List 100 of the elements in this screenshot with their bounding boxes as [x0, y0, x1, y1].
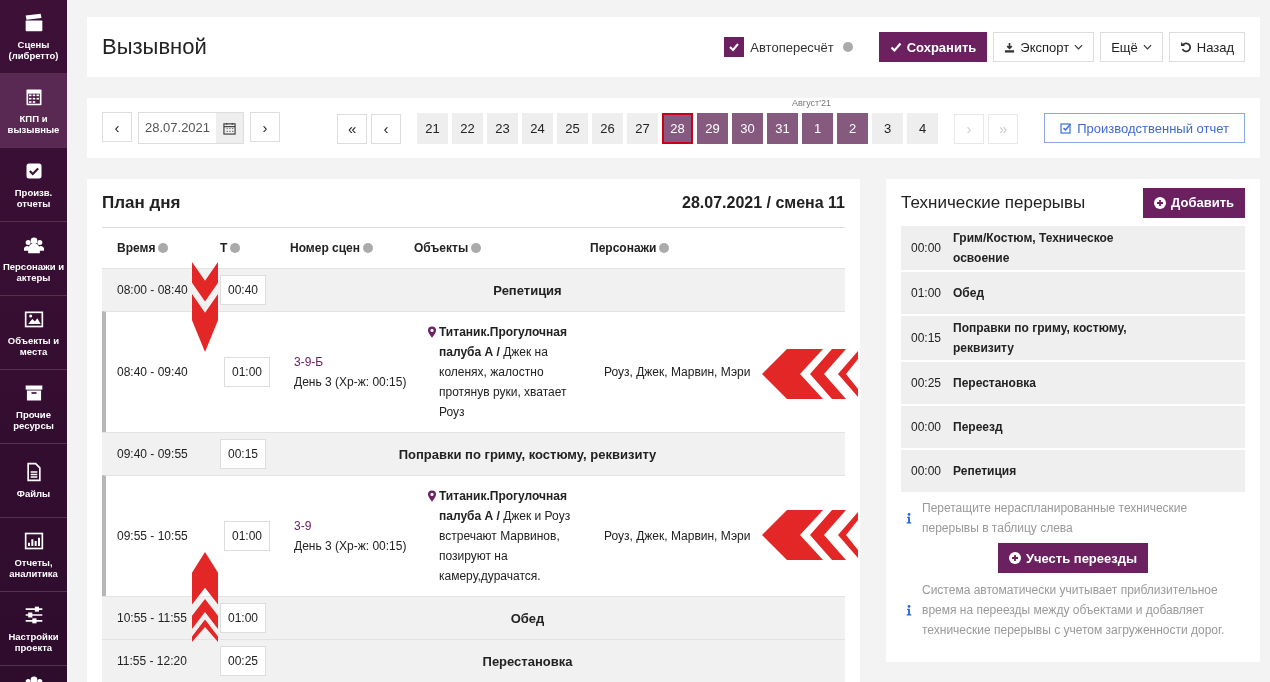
add-button[interactable]: Добавить: [1143, 187, 1245, 218]
column-header: Объекты: [414, 241, 469, 255]
previous-day-button[interactable]: ‹: [102, 112, 132, 142]
time-range: 08:40 - 09:40: [117, 365, 188, 379]
break-title: Репетиция: [953, 463, 1018, 480]
duration-field[interactable]: 00:15: [220, 439, 267, 469]
info-icon: [471, 243, 482, 253]
sidebar-item[interactable]: Объекты и места: [0, 296, 67, 370]
account-travel-button[interactable]: Учесть переезды: [997, 543, 1149, 573]
duration-field[interactable]: 00:25: [220, 646, 267, 676]
day-button[interactable]: 25: [557, 112, 589, 144]
day-button[interactable]: 28: [662, 112, 694, 144]
sidebar-item[interactable]: Прочие ресурсы: [0, 370, 67, 444]
panel-title: План дня: [102, 193, 181, 213]
checkbox-icon: [1060, 122, 1073, 134]
plus-icon: [1154, 196, 1167, 209]
sidebar-item[interactable]: Персонажи и актеры: [0, 222, 67, 296]
hint-text: Перетащите нераспланированные технические перерывы в таблицу слева: [922, 500, 1189, 537]
tech-break-item[interactable]: 00:25 Перестановка: [901, 362, 1245, 404]
page-title: Вызывной: [102, 34, 207, 60]
production-report-button[interactable]: Производственный отчет: [1044, 113, 1245, 143]
day-button[interactable]: 31: [767, 112, 799, 144]
previous-page-button[interactable]: ‹: [371, 113, 402, 144]
sidebar-item[interactable]: Отчеты, аналитика: [0, 518, 67, 592]
duration-field[interactable]: 01:00: [220, 603, 267, 633]
tech-break-item[interactable]: 00:00 Репетиция: [901, 450, 1245, 492]
checkmark-icon: [728, 41, 741, 53]
day-button[interactable]: 24: [522, 112, 554, 144]
calendar-icon: [223, 121, 237, 135]
time-range: 09:40 - 09:55: [117, 447, 188, 461]
sliders-icon: [23, 604, 44, 625]
day-button[interactable]: 4: [907, 112, 939, 144]
day-button[interactable]: 29: [697, 112, 729, 144]
autorecalc-checkbox[interactable]: [724, 37, 745, 57]
more-button[interactable]: Ещё: [1100, 32, 1163, 62]
shift-date: 28.07.2021 / смена 11: [682, 194, 845, 212]
day-button[interactable]: 1: [802, 112, 834, 144]
sidebar-item[interactable]: КПП и вызывные: [0, 74, 67, 148]
scene-day: День 3 (Хр-ж: 00:15): [294, 372, 418, 392]
break-title: Переезд: [953, 419, 1004, 436]
day-button[interactable]: 26: [592, 112, 624, 144]
tech-break-item[interactable]: 01:00 Обед: [901, 272, 1245, 314]
scene-day: День 3 (Хр-ж: 00:15): [294, 536, 418, 556]
info-icon: [906, 512, 912, 524]
break-title: Обед: [953, 285, 986, 302]
day-button[interactable]: 3: [872, 112, 904, 144]
break-row[interactable]: 11:55 - 12:20 00:25 Перестановка: [102, 639, 845, 682]
break-row[interactable]: 08:00 - 08:40 00:40 Репетиция: [102, 268, 845, 311]
break-title: Поправки по гриму, костюму, реквизиту: [398, 446, 657, 462]
scene-number-link[interactable]: 3-9: [294, 516, 418, 536]
date-field[interactable]: 28.07.2021: [138, 112, 245, 144]
undo-icon: [1179, 41, 1192, 53]
day-button[interactable]: 23: [487, 112, 519, 144]
tech-break-item[interactable]: 00:00 Переезд: [901, 406, 1245, 448]
caret-icon: [1074, 44, 1084, 50]
clapper-icon: [23, 12, 44, 33]
break-title: Перестановка: [482, 653, 573, 669]
duration-field[interactable]: 01:00: [224, 521, 271, 551]
sidebar-item[interactable]: Файлы: [0, 444, 67, 518]
duration-field[interactable]: 00:40: [220, 275, 267, 305]
characters-list: Роуз, Джек, Марвин, Мэри: [604, 529, 751, 543]
scene-row[interactable]: 08:40 - 09:40 01:00 3-9-Б День 3 (Хр-ж: 00:15) Титаник.Прогулочная палуба А / Джек на коленях, жалостно протянув руки, хватает Роуз Роуз, Джек, Марвин, Мэри: [102, 311, 845, 432]
first-page-button[interactable]: «: [337, 113, 368, 144]
column-header: Время: [117, 241, 156, 255]
day-button[interactable]: 27: [627, 112, 659, 144]
panel-title: Технические перерывы: [901, 192, 1086, 213]
scene-number-link[interactable]: 3-9-Б: [294, 352, 418, 372]
break-title: Грим/Костюм, Техническое освоение: [953, 230, 1115, 267]
sidebar-item[interactable]: Настройки проекта: [0, 592, 67, 666]
note-text: Система автоматически учитывает приблизительное время на переезды между объектами и добавляет технические перерывы с учетом загруженности дорог.: [922, 582, 1226, 639]
break-title: Поправки по гриму, костюму, реквизиту: [953, 320, 1128, 357]
time-range: 08:00 - 08:40: [117, 283, 188, 297]
tech-break-item[interactable]: 00:15 Поправки по гриму, костюму, реквизиту: [901, 316, 1245, 360]
autorecalc-label: Автопересчёт: [750, 39, 834, 55]
time-range: 10:55 - 11:55: [117, 611, 187, 625]
duration-field[interactable]: 01:00: [224, 357, 271, 387]
scene-description: Титаник.Прогулочная палуба А / Джек на коленях, жалостно протянув руки, хватает Роуз: [439, 324, 568, 421]
next-day-button[interactable]: ›: [250, 112, 281, 142]
day-button[interactable]: 22: [452, 112, 484, 144]
scene-description: Титаник.Прогулочная палуба А / Джек и Роуз встречают Марвинов, позируют на камеру,дурачатся.: [439, 488, 572, 585]
break-row[interactable]: 09:40 - 09:55 00:15 Поправки по гриму, костюму, реквизиту: [102, 432, 845, 475]
back-button[interactable]: Назад: [1168, 32, 1245, 62]
download-icon: [1004, 41, 1016, 53]
info-icon: [842, 42, 853, 52]
day-button[interactable]: 21: [417, 112, 449, 144]
time-range: 09:55 - 10:55: [117, 529, 188, 543]
day-button[interactable]: 2: [837, 112, 869, 144]
month-label: Август'21: [792, 97, 831, 108]
break-row[interactable]: 10:55 - 11:55 01:00 Обед: [102, 596, 845, 639]
column-header: Номер сцен: [290, 241, 361, 255]
export-button[interactable]: Экспорт: [993, 32, 1095, 62]
scene-row[interactable]: 09:55 - 10:55 01:00 3-9 День 3 (Хр-ж: 00:15) Титаник.Прогулочная палуба А / Джек и Роуз встречают Марвинов, позируют на камеру,дурачатся. Роуз, Джек, Марвин, Мэри: [102, 475, 845, 596]
column-header: Т: [220, 241, 228, 255]
info-icon: [230, 243, 241, 253]
sidebar-item[interactable]: Произв. отчеты: [0, 148, 67, 222]
plus-icon: [1008, 552, 1021, 564]
location-pin-icon: [428, 490, 436, 502]
day-button[interactable]: 30: [732, 112, 764, 144]
save-button[interactable]: Сохранить: [878, 32, 988, 62]
column-header: Персонажи: [590, 241, 657, 255]
